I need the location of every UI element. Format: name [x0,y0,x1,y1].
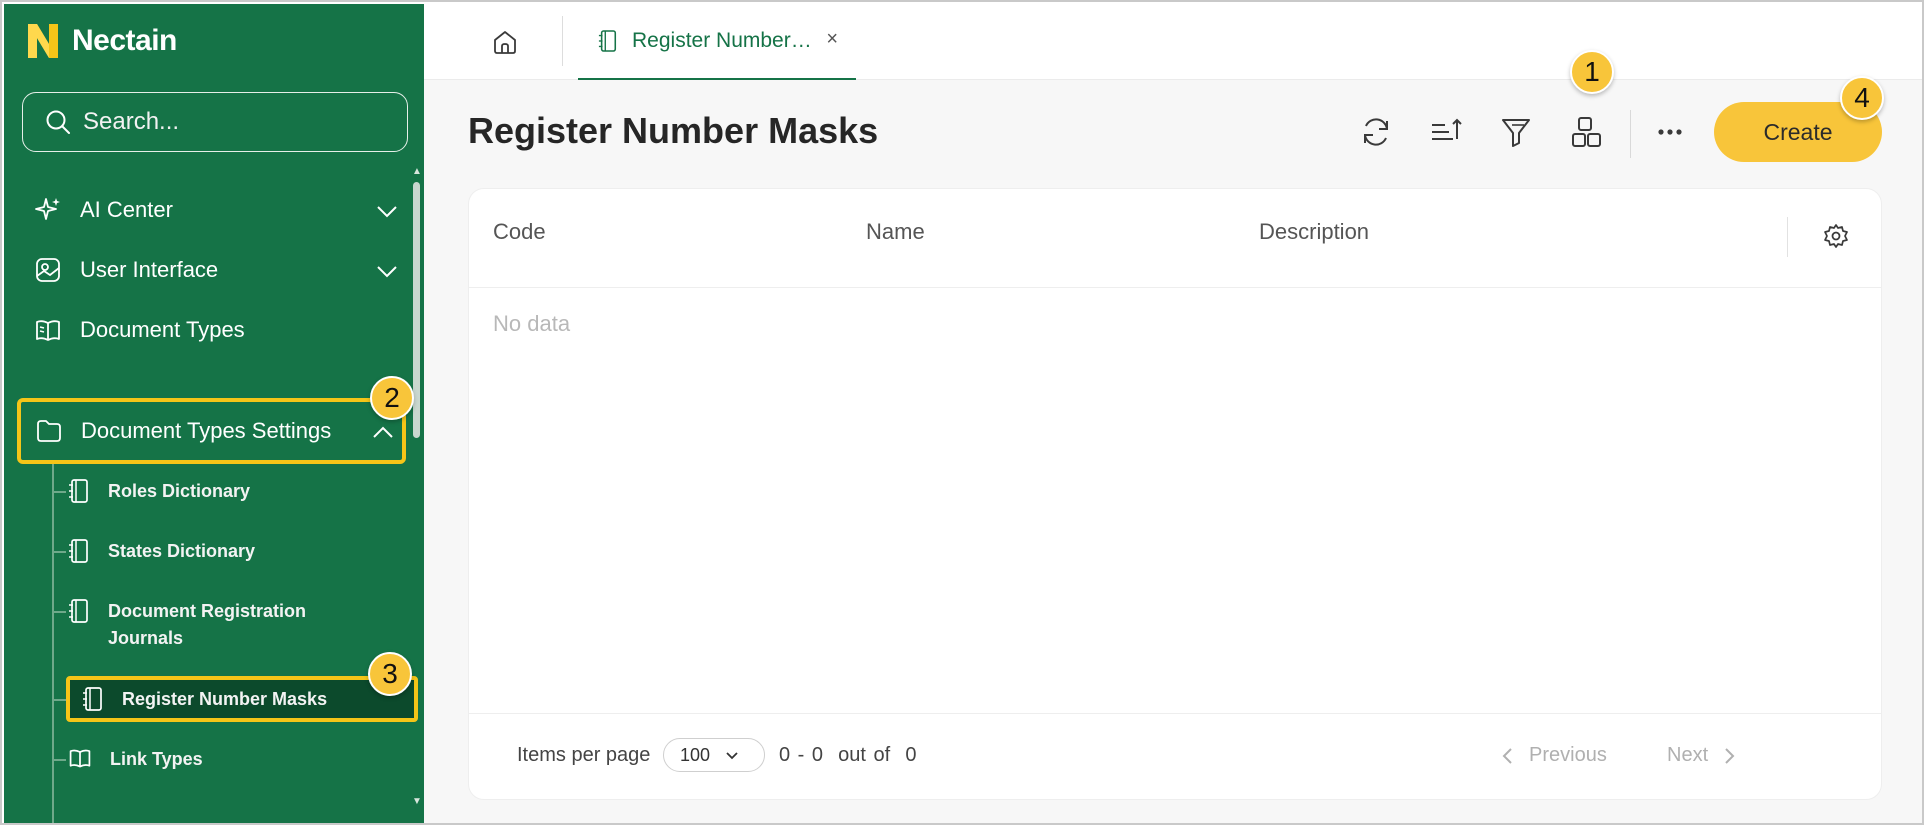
column-header-description[interactable]: Description [1259,219,1369,245]
page-size-select[interactable]: 100 [663,738,765,772]
close-icon[interactable]: × [826,28,838,51]
chevron-right-icon [1725,747,1735,764]
total-count: 0 [905,744,917,766]
sidebar-subitem-link-types[interactable]: Link Types [52,746,418,773]
chevron-down-icon [726,752,738,760]
range-text: 0 - 0 [779,744,824,766]
home-button[interactable] [486,23,524,61]
tab-label: Register Number… [632,29,812,52]
main-content: Register Number Masks Create Code Name D… [424,80,1922,823]
items-per-page-label: Items per page [517,744,651,766]
sidebar-subitem-label: Document Registration Journals [108,601,307,648]
callout-marker-1: 1 [1570,50,1614,94]
grid-layout-icon [1572,117,1601,147]
nectain-logo-icon [28,24,58,58]
sparkle-icon [35,198,60,220]
sidebar: Nectain AI Center [4,4,424,823]
notebook-icon [69,539,88,563]
callout-marker-4: 4 [1840,76,1884,120]
notebook-icon [83,687,102,711]
page-title: Register Number Masks [468,110,879,151]
folder-icon [37,420,61,442]
pagination-bar: Items per page 100 0 - 0 out of 0 Previo… [469,714,1881,800]
previous-page-button[interactable]: Previous [1501,744,1607,767]
scroll-up-arrow-icon[interactable]: ▲ [412,166,422,177]
previous-label: Previous [1529,744,1607,766]
column-divider [1787,217,1788,257]
next-label: Next [1667,744,1709,766]
sidebar-item-user-interface[interactable]: User Interface [16,240,406,300]
sidebar-subitem-document-registration-journals[interactable]: Document Registration Journals [52,598,418,652]
top-bar: Register Number… × 0 [424,4,1922,80]
open-book-icon [36,320,60,341]
sidebar-subitem-roles-dictionary[interactable]: Roles Dictionary [52,478,418,505]
notebook-icon [69,479,88,503]
refresh-button[interactable] [1356,112,1396,152]
chevron-down-icon[interactable] [374,258,400,284]
filter-icon [1502,119,1530,147]
tree-branch [52,611,66,613]
chevron-left-icon [1502,747,1512,764]
sidebar-item-label: User Interface [80,257,219,282]
column-header-code[interactable]: Code [493,219,546,245]
settings-gear-icon[interactable] [1823,223,1849,249]
sort-button[interactable] [1426,112,1466,152]
callout-marker-3: 3 [368,652,412,696]
notebook-icon [598,30,617,52]
page-size-value: 100 [680,744,711,765]
layout-button[interactable] [1566,112,1606,152]
sort-ascending-icon [1432,118,1462,140]
out-of-label: out of [838,744,891,766]
filter-button[interactable] [1496,112,1536,152]
logo[interactable]: Nectain [26,22,177,60]
tree-branch [52,759,66,761]
tab-register-number-masks[interactable]: Register Number… × [578,4,856,80]
sidebar-item-document-types-settings[interactable]: Document Types Settings [17,398,406,464]
sidebar-subitem-label: Link Types [110,749,203,769]
data-table: Code Name Description No data Items per … [468,188,1882,800]
callout-marker-2: 2 [370,376,414,420]
search-input[interactable] [83,108,383,136]
empty-state-text: No data [493,311,571,336]
next-page-button[interactable]: Next [1667,744,1736,767]
pagination-summary: 0 - 0 out of 0 [779,744,916,767]
open-book-icon [69,749,91,768]
sidebar-item-label: AI Center [80,197,173,222]
app-window: Nectain AI Center [0,0,1924,825]
search-icon [46,110,70,134]
tab-divider [562,16,563,66]
app-name: Nectain [72,24,177,57]
refresh-icon [1364,118,1388,146]
header-divider [469,287,1881,288]
sidebar-item-ai-center[interactable]: AI Center [16,180,406,240]
tree-branch [52,551,66,553]
sidebar-item-document-types[interactable]: Document Types [16,300,406,360]
home-icon [494,31,516,54]
sidebar-item-label: Document Types [80,317,245,342]
column-header-name[interactable]: Name [866,219,925,245]
sidebar-subitem-label: Register Number Masks [122,688,328,709]
more-actions-button[interactable] [1650,112,1690,152]
sidebar-item-label: Document Types Settings [81,418,332,443]
tree-branch [52,491,66,493]
sidebar-subitem-register-number-masks[interactable]: Register Number Masks [52,676,418,722]
sidebar-subitem-states-dictionary[interactable]: States Dictionary [52,538,418,565]
scroll-down-arrow-icon[interactable]: ▼ [412,796,422,807]
toolbar-divider [1630,110,1631,158]
tree-connector [52,464,54,823]
chevron-down-icon[interactable] [374,198,400,224]
notebook-icon [69,599,88,623]
sidebar-subitem-label: Roles Dictionary [108,481,251,501]
tree-branch [52,699,66,701]
more-horizontal-icon [1658,129,1682,135]
sidebar-subitem-label: States Dictionary [108,541,256,561]
picture-icon [36,258,60,282]
sidebar-search[interactable] [22,92,408,152]
chevron-up-icon[interactable] [370,420,396,446]
sidebar-scrollbar-thumb[interactable] [413,182,420,438]
